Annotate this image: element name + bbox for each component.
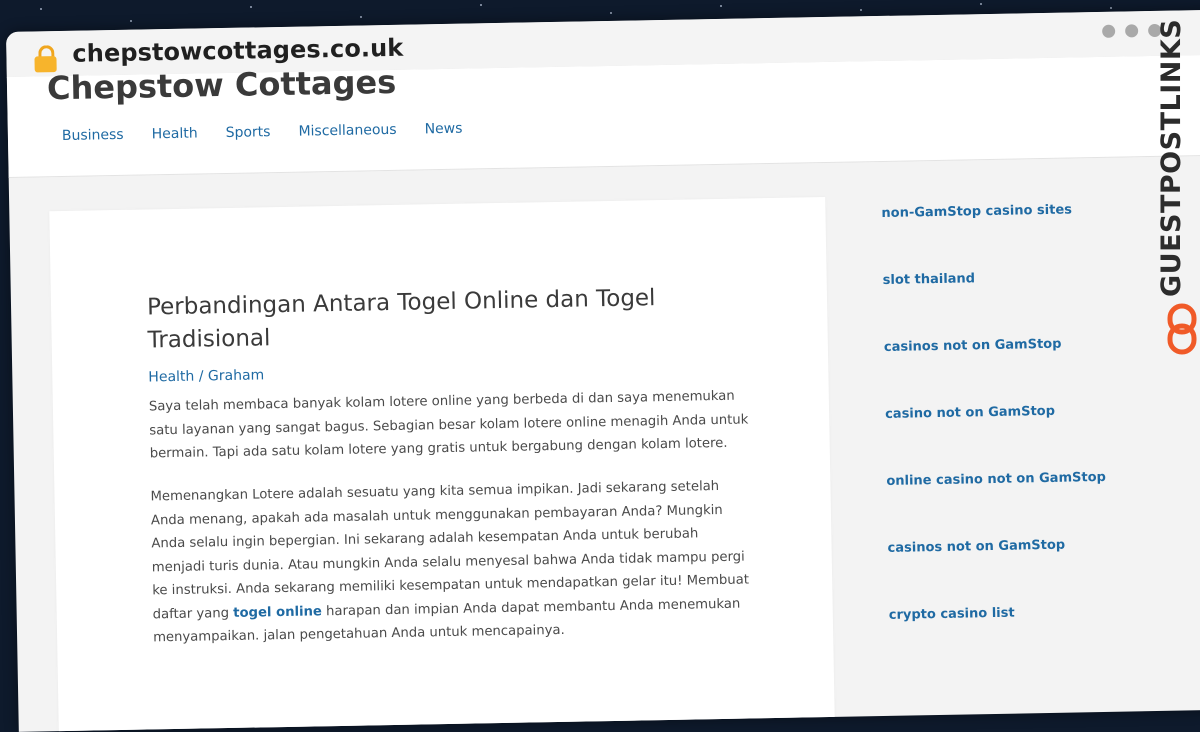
sidebar-links: non-GamStop casino sites slot thailand c… [881,202,1109,675]
window-controls [1102,23,1162,38]
window-control-dot-icon[interactable] [1125,24,1139,38]
nav-item-business[interactable]: Business [62,127,124,144]
sidebar-link[interactable]: casinos not on GamStop [884,336,1105,407]
post-meta: Health / Graham [148,367,264,385]
site-header: Chepstow Cottages Business Health Sports… [6,54,1200,178]
post-author-link[interactable]: Graham [208,367,265,384]
nav-item-news[interactable]: News [424,121,462,138]
post-paragraph: Memenangkan Lotere adalah sesuatu yang k… [150,474,753,649]
nav-item-miscellaneous[interactable]: Miscellaneous [298,122,396,140]
sidebar-link[interactable]: casino not on GamStop [885,403,1106,474]
togel-online-link[interactable]: togel online [233,604,322,621]
nav-item-sports[interactable]: Sports [225,124,270,141]
sidebar-link[interactable]: online casino not on GamStop [886,470,1107,541]
sidebar-link[interactable]: slot thailand [883,269,1104,340]
post-title: Perbandingan Antara Togel Online dan Tog… [146,285,656,354]
sidebar-link[interactable]: crypto casino list [889,604,1110,675]
post-paragraph: Saya telah membaca banyak kolam lotere o… [148,388,749,462]
post-category-link[interactable]: Health [148,369,194,386]
main-navigation: Business Health Sports Miscellaneous New… [62,121,463,144]
window-control-dot-icon[interactable] [1102,24,1116,38]
browser-window: chepstowcottages.co.uk Chepstow Cottages… [6,9,1200,732]
nav-item-health[interactable]: Health [152,126,198,143]
site-title[interactable]: Chepstow Cottages [47,63,397,107]
watermark-text: GUESTPOSTLINKS [1156,18,1187,297]
sidebar-link[interactable]: casinos not on GamStop [887,537,1108,608]
meta-separator: / [194,368,209,385]
sidebar-link[interactable]: non-GamStop casino sites [881,202,1102,273]
article-card: Perbandingan Antara Togel Online dan Tog… [49,197,835,732]
chain-link-icon [1167,303,1197,355]
